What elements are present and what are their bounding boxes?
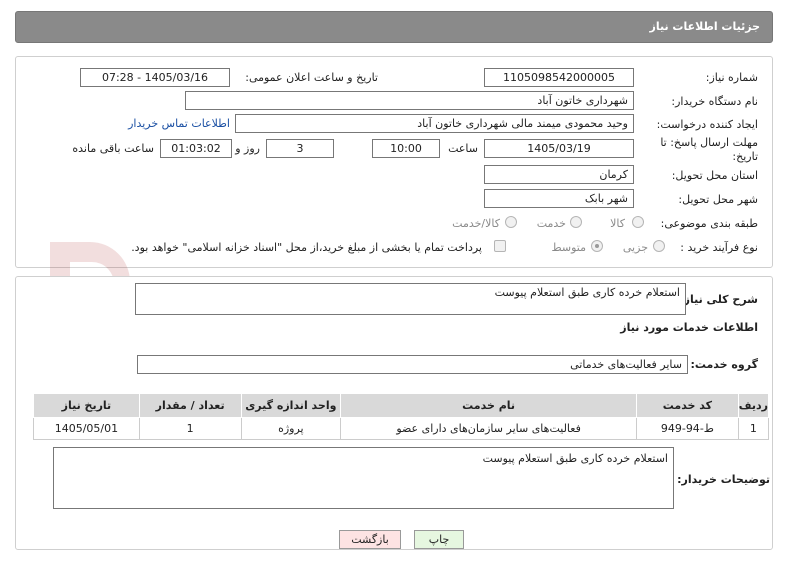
col-service-name: نام خدمت	[340, 393, 638, 418]
city-label: شهر محل تحویل:	[678, 193, 758, 206]
col-need-date: تاریخ نیاز	[33, 393, 140, 418]
days-field: 3	[266, 139, 334, 158]
buyer-notes-label: توضیحات خریدار:	[677, 473, 770, 486]
need-number-label: شماره نیاز:	[705, 71, 758, 84]
summary-field: استعلام خرده کاری طبق استعلام پیوست	[135, 283, 686, 315]
page-title: جزئیات اطلاعات نیاز	[649, 20, 761, 33]
remaining-label: ساعت باقی مانده	[72, 142, 154, 155]
need-number-field: 1105098542000005	[484, 68, 634, 87]
province-field: کرمان	[484, 165, 634, 184]
buyer-org-label: نام دستگاه خریدار:	[671, 95, 758, 108]
summary-label: شرح کلی نیاز:	[679, 293, 758, 306]
category-label: طبقه بندی موضوعی:	[660, 217, 758, 230]
treasury-payment-checkbox[interactable]	[494, 240, 506, 252]
page-header: جزئیات اطلاعات نیاز	[15, 11, 773, 43]
city-field: شهر بابک	[484, 189, 634, 208]
services-table: ردیف کد خدمت نام خدمت واحد اندازه گیری ت…	[33, 393, 770, 440]
need-info-panel	[15, 56, 773, 268]
process-radio-minor[interactable]	[653, 240, 665, 252]
process-option-medium: متوسط	[551, 241, 586, 254]
category-option-service: خدمت	[536, 217, 566, 230]
treasury-payment-note: پرداخت تمام یا بخشی از مبلغ خرید،از محل …	[131, 241, 482, 254]
buyer-contact-link[interactable]: اطلاعات تماس خریدار	[128, 117, 230, 130]
category-option-goods-service: کالا/خدمت	[452, 217, 500, 230]
category-radio-goods[interactable]	[632, 216, 644, 228]
col-service-code: کد خدمت	[636, 393, 739, 418]
back-button[interactable]: بازگشت	[339, 530, 401, 549]
deadline-label: مهلت ارسال پاسخ: تا	[660, 136, 758, 149]
days-label: روز و	[235, 142, 260, 155]
process-option-minor: جزیی	[622, 241, 648, 254]
cell-service-code: ط-94-949	[636, 417, 739, 440]
time-label: ساعت	[448, 142, 478, 155]
creator-field: وحید محمودی میمند مالی شهرداری خاتون آبا…	[235, 114, 634, 133]
cell-quantity: 1	[138, 417, 242, 440]
table-row: 1 ط-94-949 فعالیت‌های سایر سازمان‌های دا…	[33, 417, 770, 440]
process-label: نوع فرآیند خرید :	[680, 241, 758, 254]
cell-row: 1	[737, 417, 770, 440]
creator-label: ایجاد کننده درخواست:	[656, 118, 758, 131]
deadline-time-field: 10:00	[372, 139, 440, 158]
deadline-date-field: 1405/03/19	[484, 139, 634, 158]
province-label: استان محل تحویل:	[671, 169, 758, 182]
cell-unit: پروژه	[240, 417, 342, 440]
service-group-field: سایر فعالیت‌های خدماتی	[137, 355, 688, 374]
print-button[interactable]: چاپ	[414, 530, 464, 549]
col-quantity: تعداد / مقدار	[138, 393, 242, 418]
col-row: ردیف	[737, 393, 770, 418]
table-header-row: ردیف کد خدمت نام خدمت واحد اندازه گیری ت…	[33, 393, 770, 418]
service-group-label: گروه خدمت:	[690, 358, 758, 371]
cell-service-name: فعالیت‌های سایر سازمان‌های دارای عضو	[340, 417, 638, 440]
remaining-time-field: 01:03:02	[160, 139, 232, 158]
announce-label: تاریخ و ساعت اعلان عمومی:	[245, 71, 378, 84]
col-unit: واحد اندازه گیری	[240, 393, 342, 418]
category-option-goods: کالا	[610, 217, 625, 230]
cell-need-date: 1405/05/01	[33, 417, 140, 440]
category-radio-service[interactable]	[570, 216, 582, 228]
announce-field: 1405/03/16 - 07:28	[80, 68, 230, 87]
process-radio-medium[interactable]	[591, 240, 603, 252]
buyer-org-field: شهرداری خاتون آباد	[185, 91, 634, 110]
services-section-title: اطلاعات خدمات مورد نیاز	[620, 321, 758, 334]
buyer-notes-field: استعلام خرده کاری طبق استعلام پیوست	[53, 447, 674, 509]
category-radio-goods-service[interactable]	[505, 216, 517, 228]
deadline-label-2: تاریخ:	[732, 150, 758, 163]
